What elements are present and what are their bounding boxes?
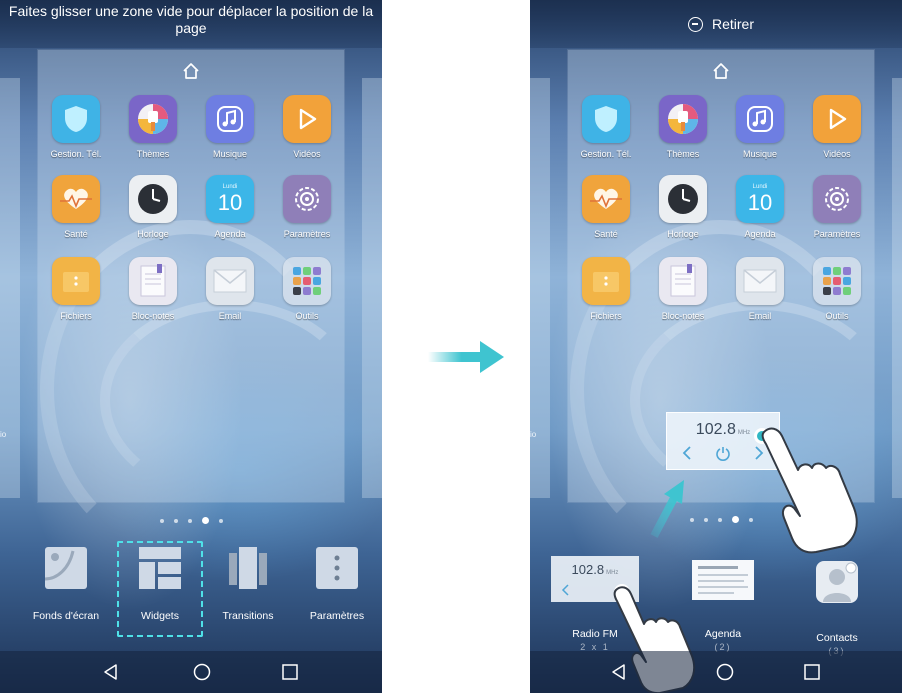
page-dot[interactable] (703, 518, 708, 522)
phone-screen-widgets: io Retirer Gestion. Tél. Thèmes Musique (530, 0, 902, 693)
tools-folder-icon (283, 257, 331, 305)
tools-folder-icon (813, 257, 861, 305)
clock-icon (659, 175, 707, 223)
tray-parametres[interactable]: Paramètres (292, 545, 382, 622)
notepad-icon (659, 257, 707, 305)
clock-icon (129, 175, 177, 223)
music-note-icon (206, 95, 254, 143)
envelope-icon (206, 257, 254, 305)
minus-circle-icon (687, 16, 703, 32)
chevron-left-icon (561, 584, 569, 596)
phone-screen-edit-mode: io Faites glisser une zone vide pour dép… (0, 0, 382, 693)
paintbrush-icon (659, 95, 707, 143)
recents-square-icon[interactable] (803, 663, 821, 681)
back-icon[interactable] (102, 663, 120, 681)
app-horloge[interactable]: Horloge (645, 175, 721, 239)
page-dot[interactable] (689, 518, 694, 522)
page-dot[interactable] (717, 518, 722, 522)
gear-icon (283, 175, 331, 223)
notepad-icon (129, 257, 177, 305)
shield-icon (52, 95, 100, 143)
app-themes[interactable]: Thèmes (645, 95, 721, 159)
heart-icon (582, 175, 630, 223)
app-horloge[interactable]: Horloge (115, 175, 191, 239)
page-dot[interactable] (748, 518, 753, 522)
app-sante[interactable]: Santé (38, 175, 114, 239)
app-musique[interactable]: Musique (192, 95, 268, 159)
page-dot[interactable] (187, 519, 192, 523)
app-parametres[interactable]: Paramètres (269, 175, 345, 239)
instruction-text: Faites glisser une zone vide pour déplac… (0, 0, 382, 48)
app-email[interactable]: Email (722, 257, 798, 321)
page-dot[interactable] (173, 519, 178, 523)
recents-square-icon[interactable] (281, 663, 299, 681)
gear-icon (813, 175, 861, 223)
arrow-right-icon (428, 341, 504, 373)
play-icon (283, 95, 331, 143)
navigation-bar (0, 651, 382, 693)
page-dot-active[interactable] (201, 517, 209, 524)
folder-icon (582, 257, 630, 305)
app-fichiers[interactable]: Fichiers (38, 257, 114, 321)
page-indicator (0, 517, 382, 524)
power-icon[interactable] (715, 445, 731, 461)
next-page-preview[interactable] (362, 78, 382, 498)
music-note-icon (736, 95, 784, 143)
play-icon (813, 95, 861, 143)
page-dot[interactable] (218, 519, 223, 523)
remove-label: Retirer (711, 16, 754, 32)
transition-arrow (428, 337, 508, 377)
widgets-selection-highlight (117, 541, 203, 637)
navigation-bar (530, 651, 902, 693)
heart-icon (52, 175, 100, 223)
peek-label: io (0, 430, 7, 439)
envelope-icon (736, 257, 784, 305)
shield-icon (582, 95, 630, 143)
app-videos[interactable]: Vidéos (269, 95, 345, 159)
tray-wallpapers[interactable]: Fonds d'écran (21, 545, 111, 622)
hand-pointer-icon (761, 427, 858, 554)
app-gestion-tel[interactable]: Gestion. Tél. (568, 95, 644, 159)
wallpaper-icon (44, 547, 87, 589)
contact-avatar-icon (816, 561, 858, 603)
page-indicator (530, 516, 902, 523)
mini-radio-frequency: 102.8 MHz (571, 562, 619, 577)
app-outils[interactable]: Outils (799, 257, 875, 321)
paintbrush-icon (129, 95, 177, 143)
calendar-icon: Lundi 10 (736, 175, 784, 223)
app-bloc-notes[interactable]: Bloc-notes (115, 257, 191, 321)
settings-dots-icon (316, 547, 358, 589)
app-themes[interactable]: Thèmes (115, 95, 191, 159)
home-circle-icon[interactable] (716, 663, 734, 681)
back-icon[interactable] (610, 663, 628, 681)
home-page-icon[interactable] (712, 62, 730, 80)
app-parametres[interactable]: Paramètres (799, 175, 875, 239)
tray-transitions[interactable]: Transitions (203, 545, 293, 622)
home-page-icon[interactable] (182, 62, 200, 80)
drag-up-arrow-icon (650, 480, 684, 538)
page-dot[interactable] (159, 519, 164, 523)
app-email[interactable]: Email (192, 257, 268, 321)
app-musique[interactable]: Musique (722, 95, 798, 159)
app-sante[interactable]: Santé (568, 175, 644, 239)
next-page-preview[interactable] (892, 78, 902, 498)
app-gestion-tel[interactable]: Gestion. Tél. (38, 95, 114, 159)
folder-icon (52, 257, 100, 305)
app-bloc-notes[interactable]: Bloc-notes (645, 257, 721, 321)
chevron-left-icon[interactable] (681, 445, 693, 461)
app-videos[interactable]: Vidéos (799, 95, 875, 159)
app-fichiers[interactable]: Fichiers (568, 257, 644, 321)
widget-contacts[interactable]: Contacts (3) (792, 556, 882, 656)
app-agenda[interactable]: Lundi 10 Agenda (192, 175, 268, 239)
app-agenda[interactable]: Lundi 10 Agenda (722, 175, 798, 239)
home-circle-icon[interactable] (193, 663, 211, 681)
page-dot-active[interactable] (731, 516, 739, 523)
app-outils[interactable]: Outils (269, 257, 345, 321)
remove-drop-zone[interactable]: Retirer (530, 0, 902, 48)
peek-label: io (530, 430, 537, 439)
calendar-icon: Lundi 10 (206, 175, 254, 223)
transitions-icon (229, 547, 267, 589)
